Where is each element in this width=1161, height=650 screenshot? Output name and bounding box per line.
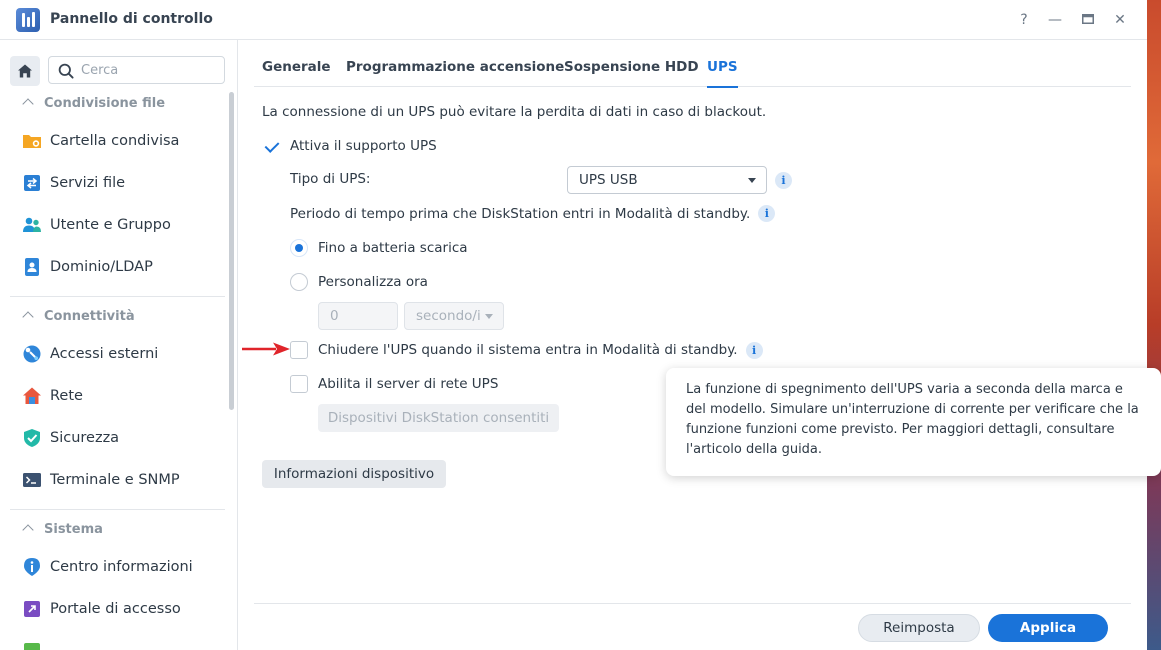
help-icon[interactable]: ? [1014, 10, 1034, 30]
sidebar-item-info-center[interactable]: Centro informazioni [22, 555, 222, 579]
info-center-icon [22, 557, 42, 577]
partial-item-icon [22, 641, 42, 650]
sidebar-item-label: Portale di accesso [50, 601, 181, 617]
tab-general[interactable]: Generale [262, 59, 331, 75]
terminal-icon [22, 470, 42, 490]
sidebar-item-label: Dominio/LDAP [50, 259, 153, 275]
ups-type-select[interactable]: UPS USB [567, 166, 767, 194]
caret-down-icon [748, 178, 756, 183]
sidebar-item-terminal-snmp[interactable]: Terminale e SNMP [22, 468, 222, 492]
ups-type-value: UPS USB [579, 172, 638, 188]
shutdown-ups-checkbox[interactable] [290, 341, 308, 359]
sidebar-item-network[interactable]: Rete [22, 384, 222, 408]
desktop-wallpaper-edge [1147, 0, 1161, 650]
domain-icon [22, 257, 42, 277]
radio-battery-label: Fino a batteria scarica [318, 240, 468, 256]
sidebar-item-label: Sicurezza [50, 430, 120, 446]
section-divider [10, 296, 225, 297]
maximize-icon[interactable] [1078, 10, 1098, 30]
sidebar-scrollbar[interactable] [229, 92, 234, 410]
sidebar-item-login-portal[interactable]: Portale di accesso [22, 597, 222, 621]
sidebar-item-partial[interactable] [22, 639, 222, 650]
sidebar-item-label: Rete [50, 388, 83, 404]
reset-button[interactable]: Reimposta [858, 614, 980, 642]
sidebar-item-label: Utente e Gruppo [50, 217, 171, 233]
sidebar-item-label: Servizi file [50, 175, 126, 191]
period-info-icon[interactable]: i [758, 205, 776, 222]
chevron-up-icon [22, 98, 34, 110]
close-icon[interactable]: ✕ [1110, 10, 1130, 30]
ups-server-label: Abilita il server di rete UPS [318, 376, 499, 392]
users-icon [22, 215, 42, 235]
search-field[interactable] [48, 56, 225, 84]
ups-server-row: Abilita il server di rete UPS [290, 375, 498, 393]
allowed-devices-button[interactable]: Dispositivi DiskStation consentiti [318, 404, 559, 432]
section-file-sharing[interactable]: Condivisione file [22, 96, 165, 111]
network-house-icon [22, 386, 42, 406]
minimize-icon[interactable]: — [1045, 10, 1065, 30]
title-bar: Pannello di controllo ? — ✕ [0, 0, 1147, 40]
sidebar-item-shared-folder[interactable]: Cartella condivisa [22, 129, 222, 153]
chevron-up-icon [22, 311, 34, 323]
ups-type-label: Tipo di UPS: [290, 171, 371, 187]
home-icon [18, 64, 32, 78]
chevron-up-icon [22, 524, 34, 536]
home-button[interactable] [10, 56, 40, 86]
sidebar-item-label: Terminale e SNMP [50, 472, 180, 488]
custom-time-input[interactable]: 0 [318, 302, 398, 330]
ups-type-info-icon[interactable]: i [775, 172, 792, 189]
shutdown-ups-label: Chiudere l'UPS quando il sistema entra i… [318, 342, 738, 358]
tab-hdd-hibernation[interactable]: Sospensione HDD [564, 59, 699, 75]
external-access-icon [22, 344, 42, 364]
section-connectivity[interactable]: Connettività [22, 309, 135, 324]
shutdown-info-tooltip: La funzione di spegnimento dell'UPS vari… [666, 368, 1161, 476]
control-panel-window: Pannello di controllo ? — ✕ Condivisione… [0, 0, 1161, 650]
sidebar-item-external-access[interactable]: Accessi esterni [22, 342, 222, 366]
sidebar-item-security[interactable]: Sicurezza [22, 426, 222, 450]
period-row: Periodo di tempo prima che DiskStation e… [290, 205, 776, 222]
radio-custom-row: Personalizza ora [290, 273, 428, 291]
main-panel: Generale Programmazione accensione Sospe… [238, 40, 1147, 650]
security-shield-icon [22, 428, 42, 448]
radio-until-battery-low[interactable] [290, 239, 308, 257]
sidebar-item-label: Centro informazioni [50, 559, 193, 575]
custom-time-unit-select[interactable]: secondo/i [404, 302, 504, 330]
search-input[interactable] [81, 61, 221, 79]
folder-share-icon [22, 131, 42, 151]
custom-time-unit-value: secondo/i [416, 308, 481, 324]
search-icon [58, 63, 74, 79]
tab-ups[interactable]: UPS [707, 59, 738, 88]
section-divider [10, 509, 225, 510]
login-portal-icon [22, 599, 42, 619]
sidebar: Condivisione file Cartella condivisa Ser… [0, 40, 238, 650]
radio-custom-label: Personalizza ora [318, 274, 428, 290]
sidebar-item-users-groups[interactable]: Utente e Gruppo [22, 213, 222, 237]
apply-button[interactable]: Applica [988, 614, 1108, 642]
ups-server-checkbox[interactable] [290, 375, 308, 393]
annotation-arrow-icon [242, 342, 290, 356]
control-panel-app-icon [16, 8, 40, 32]
enable-ups-row: Attiva il supporto UPS [262, 137, 437, 155]
sidebar-item-label: Cartella condivisa [50, 133, 180, 149]
file-services-icon [22, 173, 42, 193]
window-title: Pannello di controllo [50, 11, 213, 27]
radio-custom-time[interactable] [290, 273, 308, 291]
device-info-button[interactable]: Informazioni dispositivo [262, 460, 446, 488]
sidebar-item-label: Accessi esterni [50, 346, 159, 362]
ups-description: La connessione di un UPS può evitare la … [262, 104, 767, 120]
caret-down-icon [485, 314, 493, 319]
radio-battery-row: Fino a batteria scarica [290, 239, 468, 257]
enable-ups-label: Attiva il supporto UPS [290, 138, 437, 154]
period-label: Periodo di tempo prima che DiskStation e… [290, 205, 751, 222]
sidebar-item-domain-ldap[interactable]: Dominio/LDAP [22, 255, 222, 279]
sidebar-item-file-services[interactable]: Servizi file [22, 171, 222, 195]
enable-ups-checkbox[interactable] [262, 137, 280, 155]
footer-divider [254, 603, 1131, 604]
tooltip-text: La funzione di spegnimento dell'UPS vari… [686, 382, 1139, 457]
tab-bar: Generale Programmazione accensione Sospe… [254, 40, 1131, 88]
section-system[interactable]: Sistema [22, 522, 103, 537]
tab-power-schedule[interactable]: Programmazione accensione [346, 59, 564, 75]
shutdown-info-icon[interactable]: i [745, 341, 763, 359]
shutdown-ups-row: Chiudere l'UPS quando il sistema entra i… [290, 341, 763, 359]
